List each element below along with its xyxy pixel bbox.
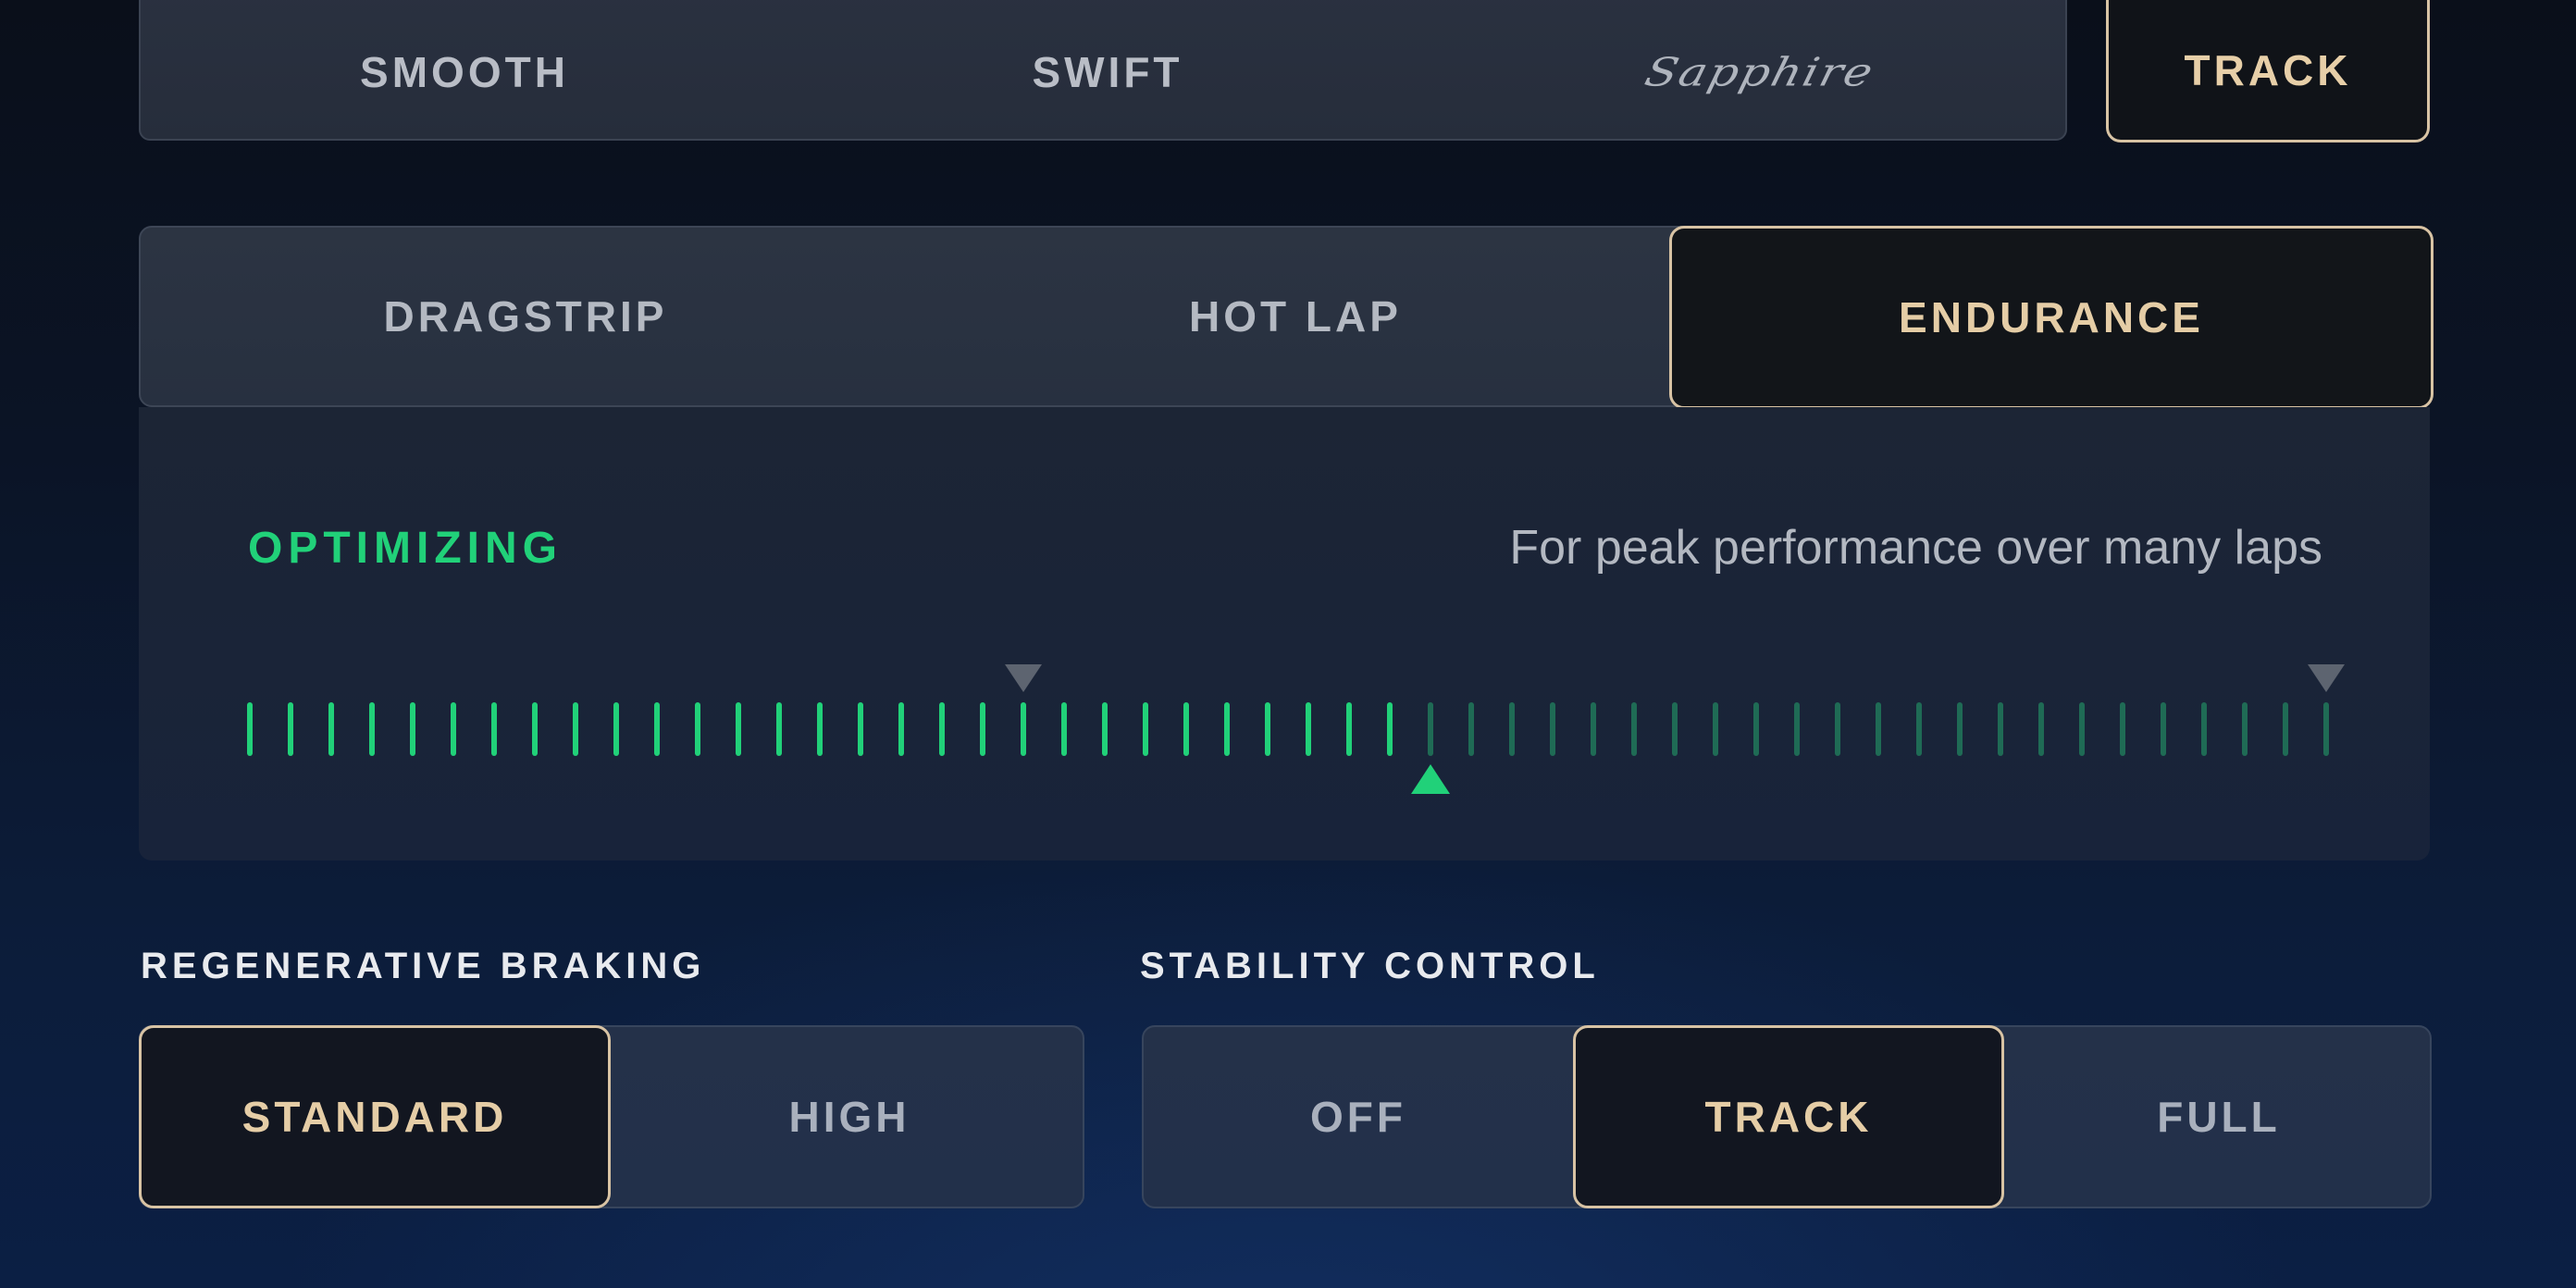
- track-program-tabs: DRAGSTRIP HOT LAP ENDURANCE: [139, 226, 2434, 409]
- tab-hot-lap[interactable]: HOT LAP: [910, 228, 1680, 405]
- drive-mode-swift[interactable]: SWIFT: [788, 2, 1427, 142]
- stability-control-selector: OFF FULL TRACK: [1142, 1025, 2432, 1208]
- drive-mode-track-button[interactable]: TRACK: [2106, 0, 2430, 142]
- endurance-status-panel: OPTIMIZING For peak performance over man…: [139, 407, 2430, 861]
- drive-mode-smooth[interactable]: SMOOTH: [141, 2, 788, 142]
- stability-control-title: STABILITY CONTROL: [1140, 946, 1600, 986]
- regenerative-braking-title: REGENERATIVE BRAKING: [141, 946, 706, 986]
- drive-mode-sapphire[interactable]: Sapphire: [1436, 2, 2084, 142]
- gauge-threshold-marker-icon: [2308, 664, 2345, 692]
- gauge-threshold-marker-icon: [1005, 664, 1042, 692]
- tab-endurance[interactable]: ENDURANCE: [1669, 226, 2434, 409]
- gauge-current-level-indicator-icon: [1411, 764, 1450, 794]
- regen-high-button[interactable]: HIGH: [613, 1027, 1086, 1207]
- stability-track-button[interactable]: TRACK: [1573, 1025, 2004, 1208]
- tab-dragstrip[interactable]: DRAGSTRIP: [141, 228, 910, 405]
- stability-off-button[interactable]: OFF: [1144, 1027, 1573, 1207]
- regenerative-braking-selector: HIGH STANDARD: [139, 1025, 1084, 1208]
- drive-mode-selector: SMOOTH SWIFT Sapphire: [139, 0, 2067, 141]
- sapphire-script-label: Sapphire: [1640, 49, 1880, 95]
- stability-full-button[interactable]: FULL: [2004, 1027, 2434, 1207]
- battery-optimization-gauge: [247, 664, 2345, 794]
- regen-standard-button[interactable]: STANDARD: [139, 1025, 611, 1208]
